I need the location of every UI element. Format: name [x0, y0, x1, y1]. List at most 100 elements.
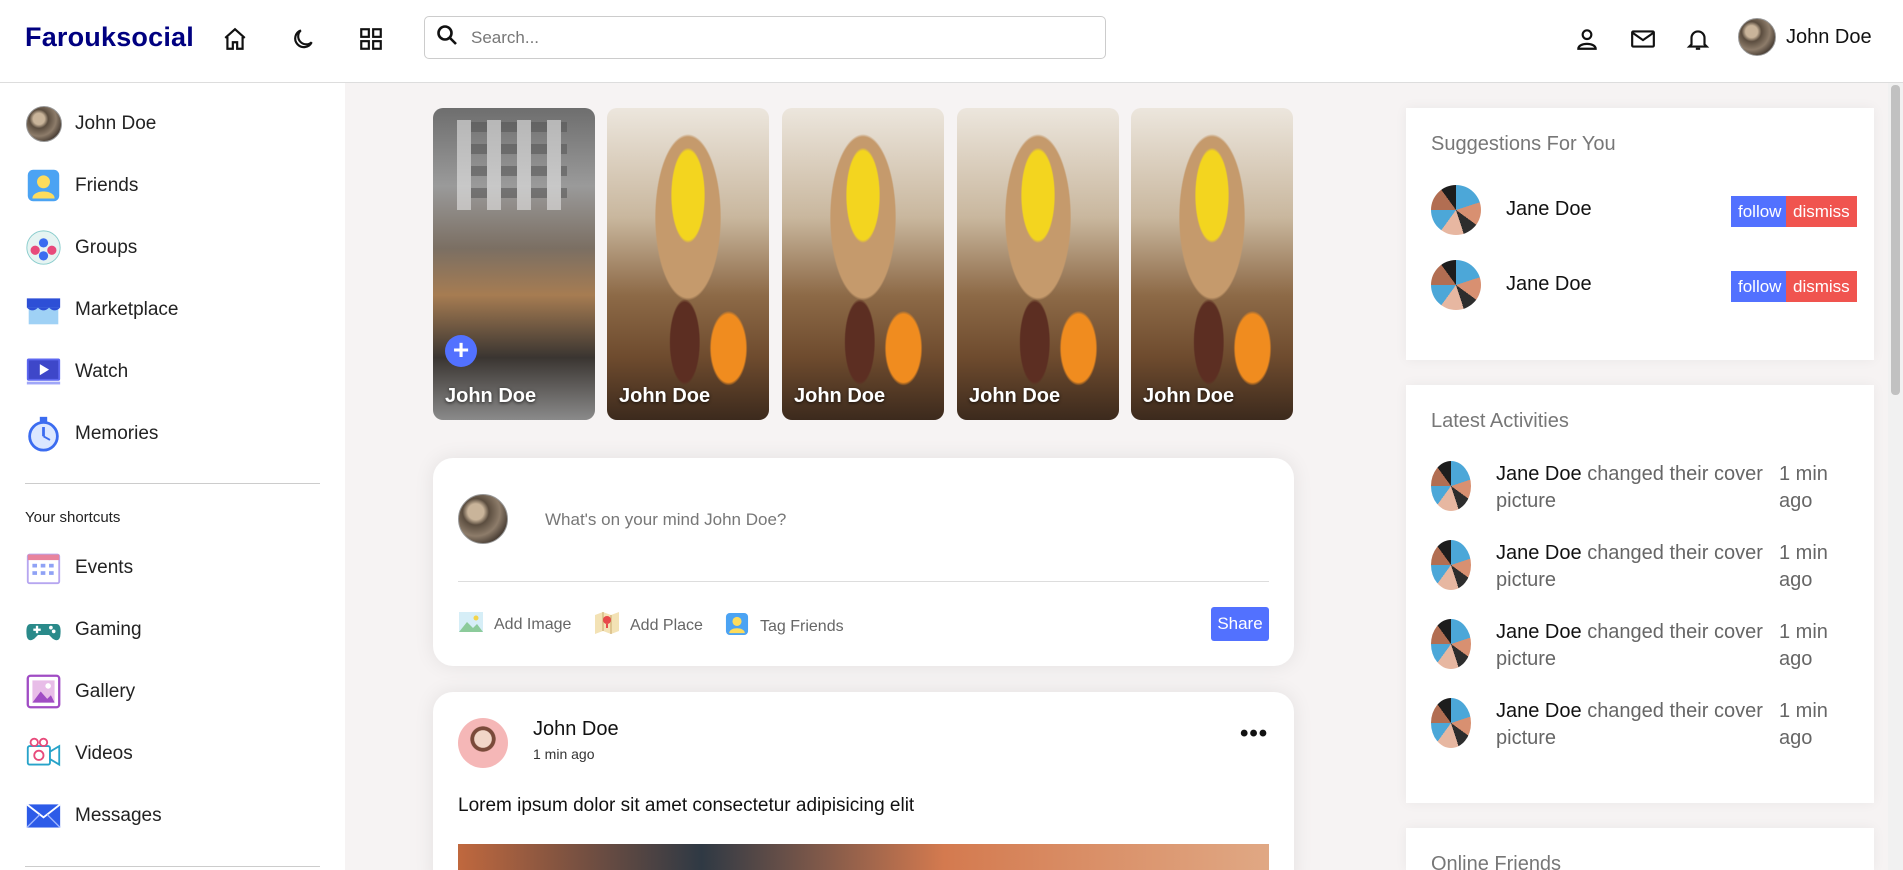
follow-button[interactable]: follow — [1731, 196, 1789, 227]
add-image-label: Add Image — [494, 615, 572, 633]
sidebar-item-label: Videos — [75, 742, 133, 764]
suggestion-row: Jane Doe follow dismiss — [1431, 259, 1857, 311]
post-text: Lorem ipsum dolor sit amet consectetur a… — [458, 795, 915, 816]
suggestion-name[interactable]: Jane Doe — [1506, 273, 1592, 296]
messages-icon — [25, 797, 62, 834]
sidebar-item-videos[interactable]: Videos — [25, 735, 133, 772]
suggestion-name[interactable]: Jane Doe — [1506, 198, 1592, 221]
grid-apps-icon[interactable] — [354, 22, 388, 56]
sidebar-item-memories[interactable]: Memories — [25, 415, 158, 452]
sidebar-item-friends[interactable]: Friends — [25, 167, 138, 204]
add-image-button[interactable]: Add Image — [458, 611, 571, 638]
user-avatar — [25, 105, 62, 142]
activities-title: Latest Activities — [1431, 410, 1569, 432]
videos-icon — [25, 735, 62, 772]
suggestion-row: Jane Doe follow dismiss — [1431, 184, 1857, 236]
app-logo[interactable]: Farouksocial — [25, 22, 194, 53]
activity-avatar[interactable] — [1431, 619, 1471, 669]
activity-user-name[interactable]: Jane Doe — [1496, 463, 1582, 485]
sidebar-item-label: Gaming — [75, 618, 142, 640]
sidebar-item-label: Friends — [75, 174, 139, 196]
sidebar-item-label: Events — [75, 556, 134, 578]
sidebar-divider — [25, 483, 320, 484]
memories-icon — [25, 415, 62, 452]
story-name: John Doe — [1143, 385, 1235, 407]
activity-avatar[interactable] — [1431, 540, 1471, 590]
activity-time: 1 min ago — [1779, 621, 1828, 670]
friends-icon — [25, 167, 62, 204]
user-avatar — [458, 494, 508, 544]
sidebar-item-messages[interactable]: Messages — [25, 797, 162, 834]
watch-icon — [25, 353, 62, 390]
add-place-label: Add Place — [630, 616, 703, 634]
sidebar-item-marketplace[interactable]: Marketplace — [25, 291, 179, 328]
dismiss-button[interactable]: dismiss — [1786, 271, 1857, 302]
suggestions-card: Suggestions For You Jane Doe follow dism… — [1406, 108, 1874, 360]
activity-time: 1 min ago — [1779, 463, 1828, 512]
post-timestamp: 1 min ago — [533, 746, 595, 762]
home-icon[interactable] — [218, 22, 252, 56]
activity-user-name[interactable]: Jane Doe — [1496, 700, 1582, 722]
activity-avatar[interactable] — [1431, 461, 1471, 511]
left-sidebar: John Doe Friends Groups Marketplace Watc… — [0, 83, 345, 870]
sidebar-item-watch[interactable]: Watch — [25, 353, 128, 390]
story-card[interactable]: John Doe — [782, 108, 944, 420]
search-bar[interactable] — [424, 16, 1106, 59]
activity-time: 1 min ago — [1779, 542, 1828, 591]
post-image[interactable] — [458, 844, 1269, 870]
gaming-icon — [25, 611, 62, 648]
suggestion-avatar[interactable] — [1431, 185, 1481, 235]
scrollbar-thumb[interactable] — [1891, 85, 1900, 395]
friends-icon — [724, 611, 750, 642]
tag-friends-button[interactable]: Tag Friends — [724, 611, 844, 642]
suggestion-avatar[interactable] — [1431, 260, 1481, 310]
events-icon — [25, 549, 62, 586]
story-card-own[interactable]: + John Doe — [433, 108, 595, 420]
story-name: John Doe — [619, 385, 711, 407]
activity-time: 1 min ago — [1779, 700, 1828, 749]
nav-user-menu[interactable]: John Doe — [1738, 18, 1872, 56]
activity-user-name[interactable]: Jane Doe — [1496, 621, 1582, 643]
post-card: John Doe 1 min ago ••• Lorem ipsum dolor… — [433, 692, 1294, 870]
post-author-avatar[interactable] — [458, 718, 508, 768]
profile-icon[interactable] — [1570, 22, 1604, 56]
activity-user-name[interactable]: Jane Doe — [1496, 542, 1582, 564]
add-place-button[interactable]: Add Place — [594, 611, 703, 640]
dark-mode-icon[interactable] — [286, 22, 320, 56]
page-scrollbar[interactable] — [1888, 83, 1903, 870]
sidebar-item-gallery[interactable]: Gallery — [25, 673, 135, 710]
online-friends-title: Online Friends — [1431, 853, 1562, 870]
tag-friends-label: Tag Friends — [760, 617, 844, 635]
activity-row: Jane Doe changed their cover picture 1 m… — [1431, 619, 1851, 679]
image-icon — [458, 611, 484, 638]
search-input[interactable] — [471, 27, 1071, 48]
latest-activities-card: Latest Activities Jane Doe changed their… — [1406, 385, 1874, 803]
search-icon — [435, 23, 459, 52]
dismiss-button[interactable]: dismiss — [1786, 196, 1857, 227]
activity-avatar[interactable] — [1431, 698, 1471, 748]
notifications-bell-icon[interactable] — [1681, 22, 1715, 56]
story-card[interactable]: John Doe — [1131, 108, 1293, 420]
sidebar-item-label: Gallery — [75, 680, 136, 702]
sidebar-item-profile[interactable]: John Doe — [25, 105, 156, 142]
story-card[interactable]: John Doe — [607, 108, 769, 420]
sidebar-item-label: John Doe — [75, 112, 157, 134]
sidebar-item-groups[interactable]: Groups — [25, 229, 137, 266]
mail-icon[interactable] — [1626, 22, 1660, 56]
post-author-name[interactable]: John Doe — [533, 718, 619, 741]
sidebar-item-gaming[interactable]: Gaming — [25, 611, 142, 648]
sidebar-item-events[interactable]: Events — [25, 549, 133, 586]
online-friends-card: Online Friends — [1406, 828, 1874, 870]
sidebar-item-label: Groups — [75, 236, 138, 258]
story-card[interactable]: John Doe — [957, 108, 1119, 420]
shortcuts-title: Your shortcuts — [25, 509, 121, 526]
share-button[interactable]: Share — [1211, 607, 1269, 641]
more-options-icon[interactable]: ••• — [1240, 720, 1268, 748]
post-input[interactable]: What's on your mind John Doe? — [545, 510, 786, 530]
sidebar-divider — [25, 866, 320, 867]
user-avatar — [1738, 18, 1776, 56]
story-name: John Doe — [794, 385, 886, 407]
add-story-icon[interactable]: + — [445, 335, 477, 367]
activity-row: Jane Doe changed their cover picture 1 m… — [1431, 698, 1851, 758]
follow-button[interactable]: follow — [1731, 271, 1789, 302]
